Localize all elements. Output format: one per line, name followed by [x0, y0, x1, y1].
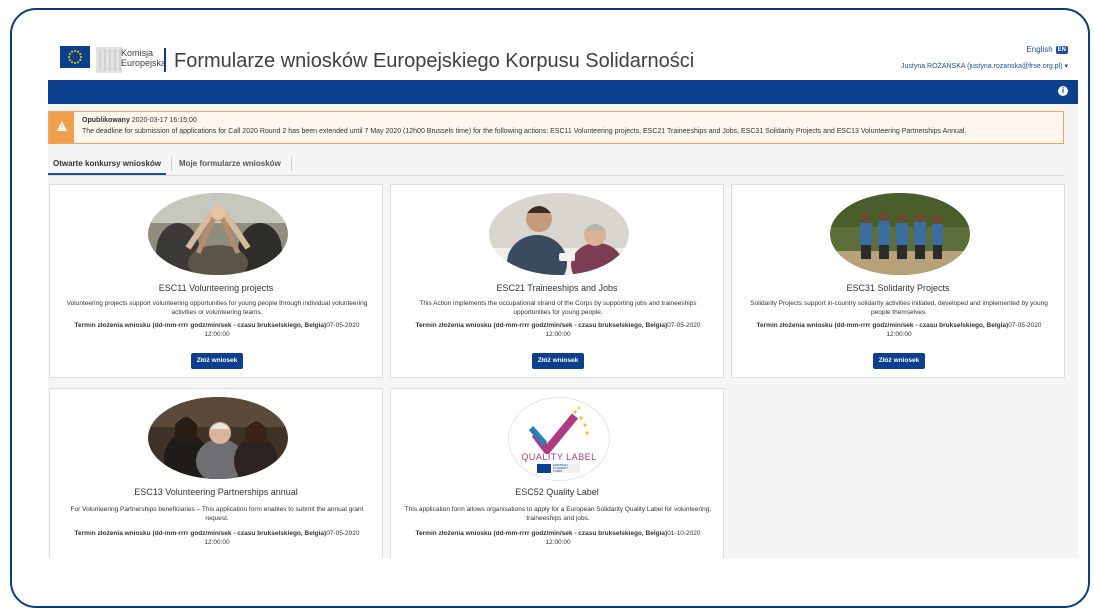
apply-button[interactable]: Złóż wniosek	[532, 353, 584, 369]
page-title: Formularze wniosków Europejskiego Korpus…	[174, 50, 695, 72]
call-card-esc11: ESC11 Volunteering projects Volunteering…	[49, 184, 383, 378]
traineeship-photo	[489, 193, 629, 275]
tab-open-calls[interactable]: Otwarte konkursy wniosków	[48, 155, 167, 175]
card-deadline: Termin złożenia wniosku (dd-mm-rrrr godz…	[403, 321, 713, 339]
card-title: ESC31 Solidarity Projects	[846, 283, 950, 293]
card-title: ESC52 Quality Label	[515, 487, 599, 497]
notice-published-date: 2020-03-17 16:15:00	[129, 117, 197, 124]
badge-sub3: CORPS	[553, 470, 563, 473]
solidarity-photo	[830, 193, 970, 275]
card-deadline: Termin złożenia wniosku (dd-mm-rrrr godz…	[62, 321, 372, 339]
tab-my-applications[interactable]: Moje formularze wniosków	[174, 155, 286, 173]
card-deadline: Termin złożenia wniosku (dd-mm-rrrr godz…	[403, 529, 713, 547]
logo-line1: Komisja	[121, 48, 154, 58]
tab-bar: Otwarte konkursy wniosków Moje formularz…	[48, 151, 1064, 176]
warning-icon-box	[49, 112, 74, 143]
warning-icon	[57, 121, 67, 131]
tab-separator	[171, 157, 172, 171]
language-label: English	[1026, 45, 1053, 54]
card-deadline: Termin złożenia wniosku (dd-mm-rrrr godz…	[744, 321, 1054, 339]
apply-button[interactable]: Złóż wniosek	[191, 353, 243, 369]
card-description: This Action implements the occupational …	[419, 300, 697, 316]
language-code-badge: EN	[1055, 45, 1068, 54]
building-icon	[96, 43, 122, 73]
european-commission-logo[interactable]	[60, 43, 122, 73]
card-description: For Volunteering Partnerships beneficiar…	[70, 506, 364, 522]
partnerships-photo	[148, 397, 288, 479]
card-title: ESC21 Traineeships and Jobs	[496, 283, 618, 293]
eu-flag-icon	[60, 46, 90, 68]
apply-button[interactable]: Złóż wniosek	[873, 353, 925, 369]
logo-divider	[164, 48, 166, 72]
quality-label-text: QUALITY LABEL	[521, 452, 597, 462]
deadline-label: Termin złożenia wniosku (dd-mm-rrrr godz…	[756, 322, 1009, 329]
deadline-label: Termin złożenia wniosku (dd-mm-rrrr godz…	[74, 530, 327, 537]
language-selector[interactable]: English EN	[1026, 45, 1068, 54]
card-description: Volunteering projects support volunteeri…	[66, 300, 368, 316]
call-card-esc21: ESC21 Traineeships and Jobs This Action …	[390, 184, 724, 378]
quality-label-subtext: EUROPEAN SOLIDARITY CORPS	[553, 464, 581, 473]
call-card-esc52: QUALITY LABEL EUROPEAN SOLIDARITY CORPS …	[390, 388, 724, 558]
call-card-esc13: ESC13 Volunteering Partnerships annual F…	[49, 388, 383, 558]
deadline-label: Termin złożenia wniosku (dd-mm-rrrr godz…	[415, 322, 668, 329]
card-title: ESC13 Volunteering Partnerships annual	[134, 487, 298, 497]
notice-published: Opublikowany 2020-03-17 16:15:00	[82, 117, 197, 124]
quality-label-badge: QUALITY LABEL EUROPEAN SOLIDARITY CORPS	[508, 397, 610, 481]
warning-notice: Opublikowany 2020-03-17 16:15:00 The dea…	[48, 111, 1064, 144]
volunteering-photo	[148, 193, 288, 275]
call-card-esc31: ESC31 Solidarity Projects Solidarity Pro…	[731, 184, 1065, 378]
notice-published-label: Opublikowany	[82, 117, 130, 124]
logo-text: Komisja Europejska	[121, 48, 166, 68]
user-menu[interactable]: Justyna RÓŻAŃSKA (justyna.rozanska@frse.…	[901, 62, 1068, 70]
top-nav-bar: i	[48, 80, 1078, 104]
deadline-label: Termin złożenia wniosku (dd-mm-rrrr godz…	[415, 530, 668, 537]
app-window: Komisja Europejska Formularze wniosków E…	[48, 38, 1078, 558]
deadline-label: Termin złożenia wniosku (dd-mm-rrrr godz…	[74, 322, 327, 329]
card-title: ESC11 Volunteering projects	[158, 283, 274, 293]
info-icon[interactable]: i	[1058, 86, 1068, 96]
tab-separator	[291, 157, 292, 171]
card-description: Solidarity Projects support in-country s…	[750, 300, 1048, 316]
header: Komisja Europejska Formularze wniosków E…	[48, 38, 1078, 80]
card-deadline: Termin złożenia wniosku (dd-mm-rrrr godz…	[62, 529, 372, 547]
logo-line2: Europejska	[121, 58, 167, 68]
notice-message: The deadline for submission of applicati…	[82, 128, 967, 135]
card-description: This application form allows organisatio…	[404, 506, 712, 522]
